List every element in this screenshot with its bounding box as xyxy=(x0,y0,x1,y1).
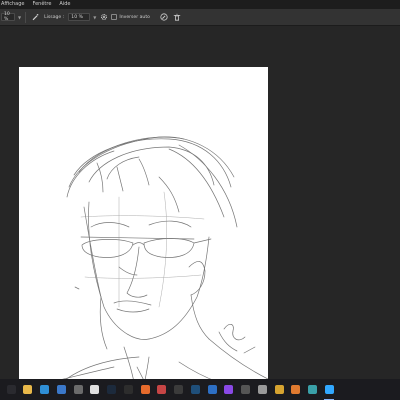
taskbar-app[interactable] xyxy=(104,379,120,400)
divider xyxy=(25,11,27,23)
menu-aide[interactable]: Aide xyxy=(55,0,74,9)
edge-browser-icon xyxy=(40,385,49,394)
app-orange-icon xyxy=(291,385,301,394)
store-icon xyxy=(73,385,83,394)
taskbar-app[interactable] xyxy=(53,379,69,400)
workspace xyxy=(0,27,400,400)
app-grey-icon xyxy=(241,385,250,394)
taskbar-app[interactable] xyxy=(271,379,287,400)
tool-options-bar: 10 % ▼ Lissage : 10 % ▼ Inverser auto xyxy=(0,9,400,26)
auto-erase-checkbox[interactable] xyxy=(111,14,118,20)
app-blue-icon xyxy=(207,385,217,394)
taskbar xyxy=(0,379,400,400)
twitch-icon xyxy=(224,385,234,394)
terminal-icon xyxy=(190,385,200,394)
chrome-icon xyxy=(274,385,284,394)
taskbar-app[interactable] xyxy=(3,379,19,400)
firefox-icon xyxy=(140,385,150,394)
pressure-pen-icon[interactable] xyxy=(160,13,169,22)
taskbar-app[interactable] xyxy=(120,379,136,400)
taskbar-app[interactable] xyxy=(288,379,304,400)
taskbar-app[interactable] xyxy=(171,379,187,400)
pressure-brush-icon[interactable] xyxy=(30,13,39,22)
menu-affichage[interactable]: Affichage xyxy=(0,0,29,9)
smoothing-label: Lissage : xyxy=(44,14,65,20)
photos-icon xyxy=(90,385,100,394)
menu-fenetre[interactable]: Fenêtre xyxy=(29,0,56,9)
mail-icon xyxy=(56,385,66,394)
file-explorer-icon xyxy=(23,385,33,394)
taskbar-app[interactable] xyxy=(87,379,103,400)
windows-start-icon xyxy=(6,385,16,394)
app-teal-icon xyxy=(308,385,317,394)
chevron-down-icon[interactable]: ▼ xyxy=(18,15,21,20)
auto-erase-label: Inverser auto xyxy=(119,14,150,20)
clock-icon xyxy=(257,385,267,394)
taskbar-app[interactable] xyxy=(221,379,237,400)
smoothing-field[interactable]: 10 % xyxy=(68,13,91,21)
app-red-icon xyxy=(157,385,167,394)
taskbar-app[interactable] xyxy=(20,379,36,400)
taskbar-app[interactable] xyxy=(187,379,203,400)
taskbar-app[interactable] xyxy=(37,379,53,400)
size-value: 10 % xyxy=(4,12,10,22)
chevron-down-icon[interactable]: ▼ xyxy=(93,15,96,20)
symmetry-icon[interactable] xyxy=(173,13,182,22)
taskbar-app[interactable] xyxy=(70,379,86,400)
taskbar-app[interactable] xyxy=(238,379,254,400)
gear-icon[interactable] xyxy=(99,13,108,22)
taskbar-app[interactable] xyxy=(321,379,337,400)
sketch-artwork xyxy=(19,136,268,400)
taskbar-app[interactable] xyxy=(137,379,153,400)
steam-icon xyxy=(107,385,116,394)
taskbar-app[interactable] xyxy=(254,379,270,400)
taskbar-app[interactable] xyxy=(204,379,220,400)
app-dark-icon xyxy=(123,385,133,394)
menu-bar: Affichage Fenêtre Aide xyxy=(0,0,400,9)
sound-icon xyxy=(174,385,183,394)
taskbar-app[interactable] xyxy=(305,379,321,400)
taskbar-app[interactable] xyxy=(154,379,170,400)
photoshop-icon xyxy=(324,385,334,394)
drawing-canvas[interactable] xyxy=(19,67,268,400)
smoothing-value: 10 % xyxy=(71,14,83,20)
size-field[interactable]: 10 % xyxy=(1,12,15,22)
